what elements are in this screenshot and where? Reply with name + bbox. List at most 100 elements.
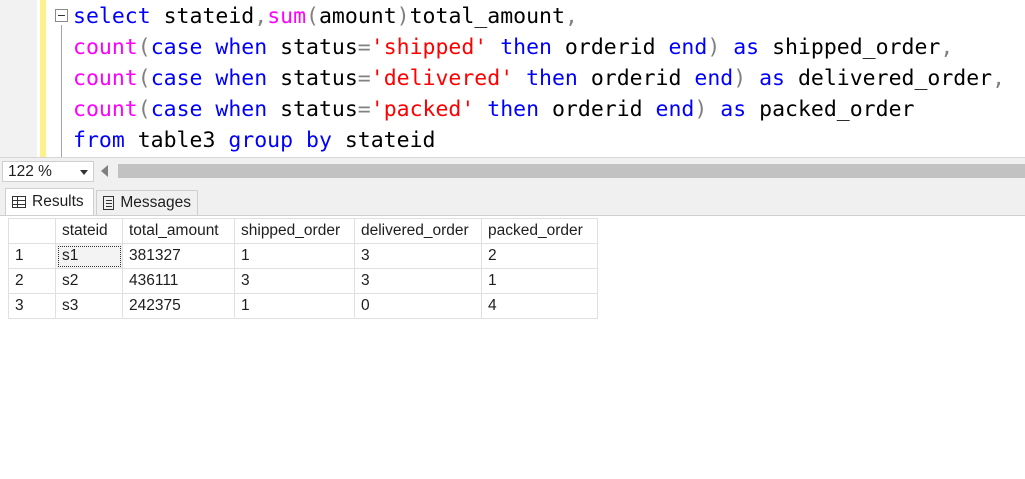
code-token: status [267,66,358,91]
code-token: status [267,35,358,60]
table-row[interactable]: 3 s3 242375 1 0 4 [8,293,598,319]
code-token: ) [694,97,708,122]
code-token: as [707,97,747,122]
grid-cell[interactable]: 242375 [122,293,235,319]
code-token: , [992,66,1006,91]
grid-cell[interactable]: 381327 [122,243,235,269]
code-token: ( [137,35,151,60]
code-token: packed_order [746,97,915,122]
code-token: = [357,35,371,60]
grid-icon [12,196,26,208]
code-token: stateid [331,128,436,153]
code-token: group by [228,128,332,153]
grid-cell[interactable]: 4 [481,293,598,319]
grid-cell[interactable]: s2 [55,268,123,294]
results-tab-strip: Results Messages [0,184,1025,215]
code-token: orderid [539,97,656,122]
code-token: count [73,66,138,91]
sql-editor[interactable]: select stateid,sum(amount)total_amount, c… [0,0,1025,157]
code-token: status [267,97,358,122]
tab-messages-label: Messages [120,194,191,211]
code-line[interactable]: select stateid,sum(amount)total_amount, [73,1,578,32]
code-token: total_amount [409,4,565,29]
code-token: 'shipped' [370,35,488,60]
code-token: stateid [150,4,255,29]
code-token: then [474,97,540,122]
code-token: count [73,97,138,122]
row-header-corner[interactable] [8,218,56,244]
code-line[interactable]: count(case when status='packed' then ord… [73,94,914,125]
column-header[interactable]: packed_order [481,218,598,244]
scroll-left-icon[interactable] [101,165,108,177]
code-token: delivered_order [785,66,993,91]
code-token: orderid [551,35,669,60]
zoom-value: 122 % [8,163,52,180]
code-token: case when [150,97,268,122]
code-token: case when [150,66,268,91]
results-grid[interactable]: stateid total_amount shipped_order deliv… [8,218,598,319]
grid-cell[interactable]: 0 [354,293,482,319]
row-number[interactable]: 2 [8,268,56,294]
column-header[interactable]: delivered_order [354,218,482,244]
collapse-region-icon[interactable] [55,9,68,22]
chevron-down-icon[interactable] [80,170,88,175]
grid-cell[interactable]: 2 [481,243,598,269]
table-row[interactable]: 1 s1 381327 1 3 2 [8,243,598,269]
grid-cell[interactable]: 1 [234,243,355,269]
zoom-scroll-bar: 122 % [0,157,1025,184]
messages-icon [103,196,115,210]
grid-cell[interactable]: 3 [354,243,482,269]
column-header[interactable]: stateid [55,218,123,244]
code-line[interactable]: from table3 group by stateid [73,125,435,156]
row-number[interactable]: 3 [8,293,56,319]
breakpoint-margin[interactable] [0,0,37,157]
code-token: orderid [577,66,695,91]
code-token: amount [318,4,397,29]
code-token: table3 [124,128,229,153]
grid-header-row: stateid total_amount shipped_order deliv… [8,218,598,244]
code-token: ) [396,4,410,29]
code-token: , [940,35,954,60]
outline-line [61,25,62,157]
code-token: 'delivered' [370,66,514,91]
code-token: ) [707,35,721,60]
code-token: end [655,97,695,122]
tab-results-label: Results [32,193,84,210]
code-token: sum [267,4,307,29]
row-number[interactable]: 1 [8,243,56,269]
code-line[interactable]: count(case when status='shipped' then or… [73,32,953,63]
code-line[interactable]: count(case when status='delivered' then … [73,63,1005,94]
grid-cell[interactable]: s3 [55,293,123,319]
code-token: ( [306,4,319,29]
code-token: ( [137,66,151,91]
column-header[interactable]: total_amount [122,218,235,244]
grid-cell[interactable]: 1 [234,293,355,319]
tab-messages[interactable]: Messages [96,190,198,215]
code-token: 'packed' [370,97,475,122]
code-token: select [73,4,151,29]
tab-results[interactable]: Results [5,188,94,215]
grid-cell[interactable]: 3 [354,268,482,294]
horizontal-scrollbar-thumb[interactable] [118,164,1025,178]
code-token: case when [150,35,268,60]
code-token: as [746,66,786,91]
code-token: = [357,66,371,91]
code-token: count [73,35,138,60]
grid-cell[interactable]: 3 [234,268,355,294]
zoom-dropdown[interactable]: 122 % [2,161,94,182]
code-token: shipped_order [759,35,941,60]
grid-cell[interactable]: 1 [481,268,598,294]
code-token: from [73,128,125,153]
column-header[interactable]: shipped_order [234,218,355,244]
results-pane: stateid total_amount shipped_order deliv… [0,215,1025,479]
code-token: ( [137,97,151,122]
code-token: as [720,35,760,60]
code-token: = [357,97,371,122]
change-tracking-bar [40,0,46,157]
grid-cell[interactable]: s1 [55,243,123,269]
code-token: ) [733,66,747,91]
table-row[interactable]: 2 s2 436111 3 3 1 [8,268,598,294]
code-token: end [668,35,708,60]
code-token: then [513,66,578,91]
grid-cell[interactable]: 436111 [122,268,235,294]
